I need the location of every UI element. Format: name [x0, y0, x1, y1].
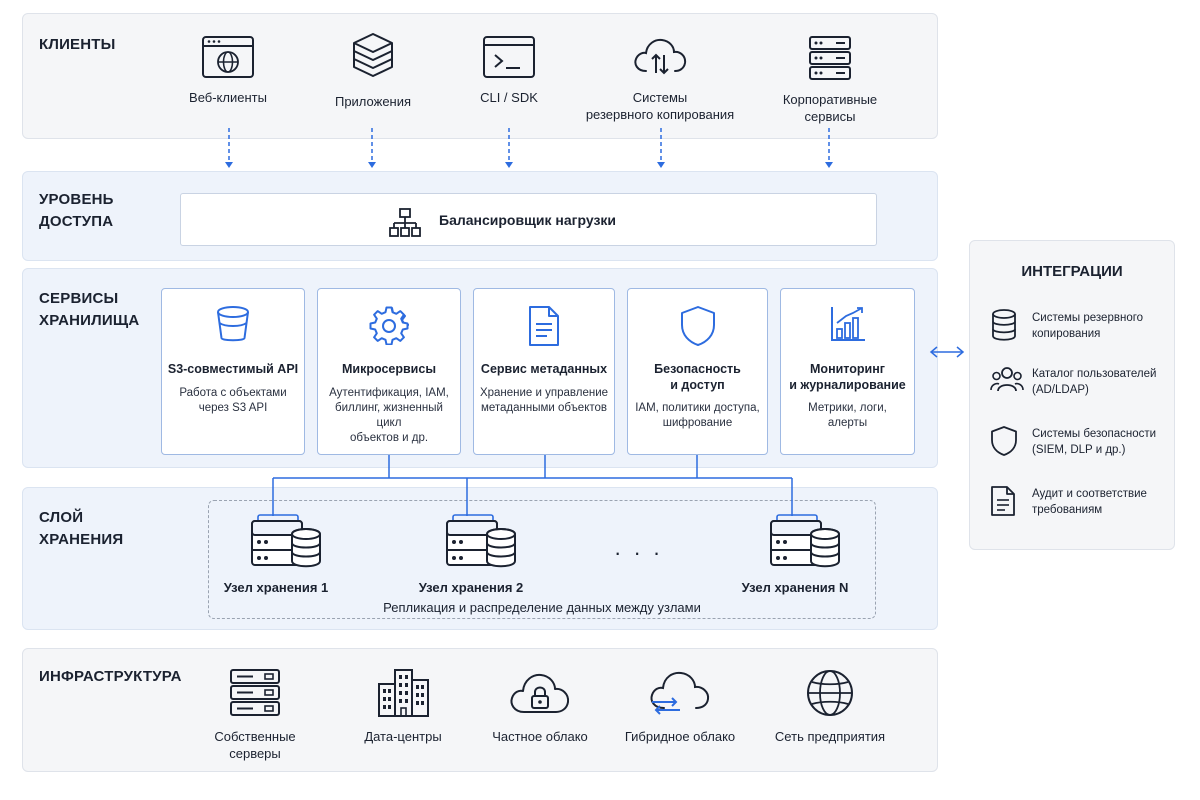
- infra-enterprise-network-label: Сеть предприятия: [774, 729, 886, 744]
- layers-stack-icon: [353, 33, 393, 77]
- infra-enterprise-network[interactable]: Сеть предприятия: [765, 668, 895, 745]
- storage-node-2-label: Узел хранения 2: [418, 580, 524, 595]
- service-card-metadata[interactable]: Сервис метаданных Хранение и управление …: [473, 288, 615, 455]
- server-rack-icon: [809, 36, 851, 80]
- globe-icon: [807, 670, 853, 716]
- service-card-s3-api-desc: Работа с объектами через S3 API: [179, 387, 287, 414]
- service-card-monitoring-desc: Метрики, логи, алерты: [808, 402, 887, 429]
- service-card-metadata-desc: Хранение и управление метаданными объект…: [479, 387, 609, 414]
- users-icon: [990, 367, 1024, 392]
- buildings-icon: [378, 669, 429, 717]
- terminal-icon: [483, 36, 535, 78]
- service-card-security-desc: IAM, политики доступа, шифрование: [635, 402, 760, 429]
- storage-nodes-ellipsis: · · ·: [614, 540, 664, 565]
- shield-icon: [680, 306, 715, 346]
- integrations-title: ИНТЕГРАЦИИ: [1021, 263, 1123, 280]
- storage-node-n[interactable]: Узел хранения N: [727, 513, 863, 595]
- load-balancer-label: Балансировщик нагрузки: [439, 212, 617, 228]
- service-card-monitoring[interactable]: Мониторинг и журналирование Метрики, лог…: [780, 288, 915, 455]
- access-layer-title: УРОВЕНЬ ДОСТУПА: [39, 191, 114, 230]
- server-stack-icon: [230, 669, 280, 716]
- client-apps-label: Приложения: [334, 94, 412, 109]
- bucket-icon: [217, 306, 249, 342]
- service-card-microservices-desc: Аутентификация, IAM, биллинг, жизненный …: [329, 387, 449, 444]
- database-icon: [992, 309, 1016, 341]
- clients-layer-title: КЛИЕНТЫ: [39, 36, 116, 53]
- services-layer-title: СЕРВИСЫ ХРАНИЛИЩА: [39, 290, 140, 329]
- client-web[interactable]: Веб-клиенты: [168, 35, 288, 106]
- service-card-metadata-title: Сервис метаданных: [480, 362, 608, 376]
- infra-datacenters[interactable]: Дата-центры: [343, 668, 463, 745]
- gear-icon: [369, 306, 409, 345]
- document-icon: [529, 306, 559, 346]
- storage-node-1-label: Узел хранения 1: [223, 580, 329, 595]
- integration-audit-label: Аудит и соответствие требованиям: [1032, 488, 1147, 516]
- service-card-monitoring-title: Мониторинг и журналирование: [789, 362, 906, 392]
- infra-hybrid-cloud[interactable]: Гибридное облако: [610, 668, 750, 745]
- infra-private-cloud[interactable]: Частное облако: [480, 668, 600, 745]
- document-icon: [991, 486, 1015, 516]
- infrastructure-layer-title: ИНФРАСТРУКТУРА: [39, 668, 182, 685]
- storage-layer-title: СЛОЙ ХРАНЕНИЯ: [39, 509, 124, 548]
- chart-icon: [830, 307, 865, 341]
- client-web-label: Веб-клиенты: [189, 90, 267, 105]
- storage-node-n-label: Узел хранения N: [741, 580, 849, 595]
- integration-security-systems-label: Системы безопасности (SIEM, DLP и др.): [1032, 428, 1157, 456]
- web-browser-icon: [202, 36, 254, 78]
- service-card-security[interactable]: Безопасность и доступ IAM, политики дост…: [627, 288, 768, 455]
- load-balancer-box[interactable]: Балансировщик нагрузки: [180, 193, 877, 246]
- cloud-sync-icon: [634, 38, 687, 75]
- service-card-security-title: Безопасность и доступ: [654, 362, 741, 392]
- shield-icon: [991, 426, 1017, 456]
- storage-node-2[interactable]: Узел хранения 2: [403, 513, 539, 595]
- infra-private-cloud-label: Частное облако: [492, 729, 588, 744]
- client-corporate[interactable]: Корпоративные сервисы: [760, 35, 900, 125]
- client-apps[interactable]: Приложения: [313, 31, 433, 110]
- service-card-s3-api[interactable]: S3-совместимый API Работа с объектами че…: [161, 288, 305, 455]
- client-backup[interactable]: Системы резервного копирования: [580, 33, 740, 123]
- storage-node-icon: [770, 514, 840, 568]
- storage-node-icon: [446, 514, 516, 568]
- infra-hybrid-cloud-label: Гибридное облако: [624, 729, 736, 744]
- client-cli[interactable]: CLI / SDK: [449, 35, 569, 106]
- service-card-microservices-title: Микросервисы: [342, 362, 436, 376]
- infra-datacenters-label: Дата-центры: [364, 729, 442, 744]
- infra-own-servers-label: Собственные серверы: [214, 729, 296, 761]
- network-hierarchy-icon: [389, 208, 421, 237]
- service-card-microservices[interactable]: Микросервисы Аутентификация, IAM, биллин…: [317, 288, 461, 455]
- integrations-panel: ИНТЕГРАЦИИ Системы резервного копировани…: [969, 240, 1175, 550]
- storage-node-1[interactable]: Узел хранения 1: [208, 513, 344, 595]
- integration-user-directory-label: Каталог пользователей (AD/LDAP): [1032, 368, 1157, 396]
- client-cli-label: CLI / SDK: [480, 90, 538, 105]
- replication-label: Репликация и распределение данных между …: [383, 600, 701, 615]
- cloud-lock-icon: [510, 673, 570, 713]
- cloud-arrows-icon: [650, 671, 710, 715]
- service-card-s3-api-title: S3-совместимый API: [167, 362, 299, 376]
- storage-node-icon: [251, 514, 321, 568]
- infra-own-servers[interactable]: Собственные серверы: [195, 668, 315, 762]
- integration-backup-label: Системы резервного копирования: [1032, 312, 1144, 340]
- client-corporate-label: Корпоративные сервисы: [782, 92, 878, 124]
- client-backup-label: Системы резервного копирования: [585, 90, 735, 122]
